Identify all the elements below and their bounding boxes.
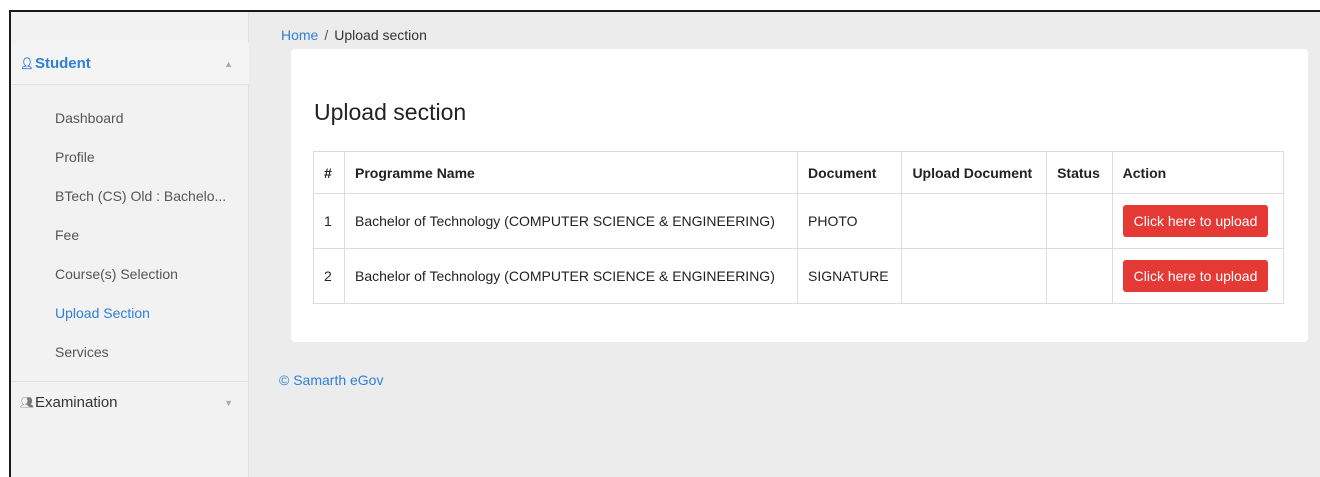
app-frame: 👤︎ Student ▲ Dashboard Profile BTech (CS… xyxy=(9,10,1320,477)
sidebar-item-programme[interactable]: BTech (CS) Old : Bachelo... xyxy=(11,176,249,215)
col-header-document: Document xyxy=(796,151,903,194)
cell-programme-name: Bachelor of Technology (COMPUTER SCIENCE… xyxy=(344,248,798,304)
sidebar-item-fee[interactable]: Fee xyxy=(11,215,249,254)
sidebar-group-examination[interactable]: 👥︎ Examination ▼ xyxy=(11,381,249,423)
student-label: Student xyxy=(34,55,91,72)
table-row: 2 Bachelor of Technology (COMPUTER SCIEN… xyxy=(313,248,1285,304)
breadcrumb: Home / Upload section xyxy=(281,27,427,43)
col-header-upload-document: Upload Document xyxy=(901,151,1048,194)
upload-section-card: Upload section # Programme Name Document… xyxy=(291,49,1308,342)
cell-document: SIGNATURE xyxy=(796,248,903,304)
student-submenu: Dashboard Profile BTech (CS) Old : Bache… xyxy=(11,98,249,371)
table-row: 1 Bachelor of Technology (COMPUTER SCIEN… xyxy=(313,193,1285,249)
breadcrumb-current: Upload section xyxy=(334,27,427,43)
chevron-down-icon: ▼ xyxy=(224,397,233,408)
page-title: Upload section xyxy=(314,99,467,125)
cell-upload-document xyxy=(901,248,1048,304)
sidebar-group-student-label: 👤︎ Student xyxy=(20,55,224,72)
cell-status xyxy=(1046,248,1113,304)
sidebar: 👤︎ Student ▲ Dashboard Profile BTech (CS… xyxy=(11,12,249,477)
sidebar-item-profile[interactable]: Profile xyxy=(11,137,249,176)
examination-label: Examination xyxy=(34,394,118,411)
cell-action: Click here to upload xyxy=(1111,248,1285,304)
sidebar-item-dashboard[interactable]: Dashboard xyxy=(11,98,249,137)
people-icon: 👥︎ xyxy=(20,397,34,409)
cell-number: 2 xyxy=(313,248,345,304)
cell-action: Click here to upload xyxy=(1111,193,1285,249)
sidebar-item-course-selection[interactable]: Course(s) Selection xyxy=(11,254,249,293)
sidebar-item-services[interactable]: Services xyxy=(11,332,249,371)
col-header-status: Status xyxy=(1046,151,1113,194)
cell-programme-name: Bachelor of Technology (COMPUTER SCIENCE… xyxy=(344,193,798,249)
col-header-action: Action xyxy=(1111,151,1285,194)
upload-table: # Programme Name Document Upload Documen… xyxy=(313,151,1285,304)
cell-document: PHOTO xyxy=(796,193,903,249)
col-header-number: # xyxy=(313,151,345,194)
breadcrumb-home-link[interactable]: Home xyxy=(281,27,318,43)
cell-status xyxy=(1046,193,1113,249)
cell-upload-document xyxy=(901,193,1048,249)
person-icon: 👤︎ xyxy=(20,58,34,70)
upload-photo-button[interactable]: Click here to upload xyxy=(1122,205,1269,237)
cell-number: 1 xyxy=(313,193,345,249)
footer-credit-link[interactable]: © Samarth eGov xyxy=(279,372,383,388)
sidebar-group-examination-label: 👥︎ Examination xyxy=(20,394,224,411)
upload-signature-button[interactable]: Click here to upload xyxy=(1122,260,1269,292)
breadcrumb-separator: / xyxy=(324,27,329,43)
col-header-programme-name: Programme Name xyxy=(344,151,798,194)
table-header-row: # Programme Name Document Upload Documen… xyxy=(313,151,1285,194)
sidebar-group-student[interactable]: 👤︎ Student ▲ xyxy=(11,43,249,85)
chevron-up-icon: ▲ xyxy=(224,58,233,69)
sidebar-item-upload-section[interactable]: Upload Section xyxy=(11,293,249,332)
